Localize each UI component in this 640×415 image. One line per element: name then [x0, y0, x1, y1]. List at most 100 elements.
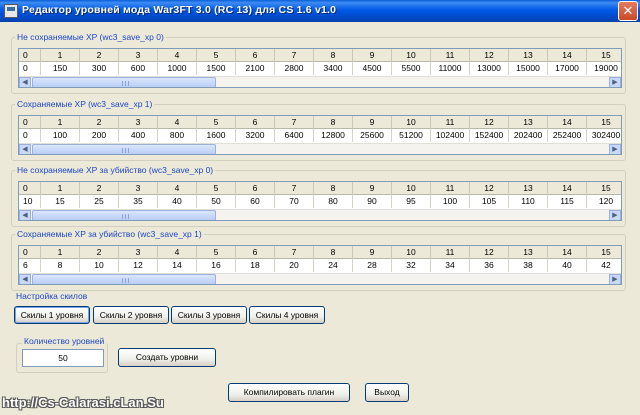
grid-value-cell[interactable]: 70: [275, 195, 314, 208]
grid-value-cell[interactable]: 15: [41, 195, 80, 208]
grid-value-cell[interactable]: 300: [80, 62, 119, 75]
grid-value-cell[interactable]: 51200: [392, 129, 431, 142]
grid-value-cell[interactable]: 8: [41, 259, 80, 272]
grid-header-cell: 15: [587, 246, 621, 259]
horizontal-scrollbar[interactable]: ◀ ▶: [19, 76, 621, 87]
grid-value-cell[interactable]: 100: [431, 195, 470, 208]
grid-value-cell[interactable]: 152400: [470, 129, 509, 142]
scroll-left-icon[interactable]: ◀: [19, 210, 31, 220]
grid-value-cell[interactable]: 1000: [158, 62, 197, 75]
grid-value-cell[interactable]: 120: [587, 195, 621, 208]
grid-value-cell[interactable]: 10: [19, 195, 41, 208]
xp-grid[interactable]: 0 1 2 3 4 5 6 7 8 9 10 11 12 13 14 15 10…: [18, 181, 622, 221]
grid-value-cell[interactable]: 38: [509, 259, 548, 272]
app-window: Редактор уровней мода War3FT 3.0 (RC 13)…: [0, 0, 640, 415]
grid-value-cell[interactable]: 100: [41, 129, 80, 142]
grid-value-cell[interactable]: 40: [548, 259, 587, 272]
grid-value-cell[interactable]: 16: [197, 259, 236, 272]
grid-value-cell[interactable]: 15000: [509, 62, 548, 75]
grid-value-cell[interactable]: 3400: [314, 62, 353, 75]
grid-value-cell[interactable]: 2100: [236, 62, 275, 75]
levels-count-input[interactable]: 50: [22, 349, 104, 367]
grid-value-cell[interactable]: 150: [41, 62, 80, 75]
group-label: Сохраняемые XP (wc3_save_xp 1): [15, 99, 155, 109]
grid-value-cell[interactable]: 50: [197, 195, 236, 208]
horizontal-scrollbar[interactable]: ◀ ▶: [19, 273, 621, 284]
grid-value-cell[interactable]: 0: [19, 129, 41, 142]
scroll-right-icon[interactable]: ▶: [609, 144, 621, 154]
close-icon[interactable]: ✕: [618, 1, 638, 21]
grid-value-cell[interactable]: 17000: [548, 62, 587, 75]
grid-value-cell[interactable]: 6400: [275, 129, 314, 142]
grid-value-cell[interactable]: 11000: [431, 62, 470, 75]
grid-value-cell[interactable]: 40: [158, 195, 197, 208]
grid-value-cell[interactable]: 25: [80, 195, 119, 208]
grid-value-cell[interactable]: 102400: [431, 129, 470, 142]
grid-value-cell[interactable]: 95: [392, 195, 431, 208]
grid-value-cell[interactable]: 202400: [509, 129, 548, 142]
grid-value-cell[interactable]: 13000: [470, 62, 509, 75]
grid-value-cell[interactable]: 10: [80, 259, 119, 272]
create-levels-button[interactable]: Создать уровни: [118, 348, 216, 367]
grid-header-cell: 6: [236, 246, 275, 259]
grid-value-cell[interactable]: 600: [119, 62, 158, 75]
xp-grid[interactable]: 0 1 2 3 4 5 6 7 8 9 10 11 12 13 14 15 0 …: [18, 115, 622, 155]
grid-value-cell[interactable]: 18: [236, 259, 275, 272]
scroll-thumb[interactable]: [32, 210, 216, 220]
skills-level-3-button[interactable]: Скилы 3 уровня: [171, 306, 247, 324]
grid-value-cell[interactable]: 0: [19, 62, 41, 75]
grid-value-cell[interactable]: 42: [587, 259, 621, 272]
xp-grid[interactable]: 0 1 2 3 4 5 6 7 8 9 10 11 12 13 14 15 6 …: [18, 245, 622, 285]
grid-value-cell[interactable]: 252400: [548, 129, 587, 142]
scroll-right-icon[interactable]: ▶: [609, 274, 621, 284]
scroll-right-icon[interactable]: ▶: [609, 77, 621, 87]
compile-plugin-button[interactable]: Компилировать плагин: [228, 383, 350, 402]
grid-value-cell[interactable]: 35: [119, 195, 158, 208]
scroll-left-icon[interactable]: ◀: [19, 274, 31, 284]
grid-value-cell[interactable]: 800: [158, 129, 197, 142]
grid-value-cell[interactable]: 3200: [236, 129, 275, 142]
grid-value-row: 10 15 25 35 40 50 60 70 80 90 95 100 105…: [19, 195, 621, 208]
scroll-left-icon[interactable]: ◀: [19, 144, 31, 154]
grid-value-cell[interactable]: 1600: [197, 129, 236, 142]
grid-value-cell[interactable]: 5500: [392, 62, 431, 75]
grid-value-cell[interactable]: 90: [353, 195, 392, 208]
skills-level-1-button[interactable]: Скилы 1 уровня: [14, 306, 90, 324]
scroll-left-icon[interactable]: ◀: [19, 77, 31, 87]
grid-value-cell[interactable]: 110: [509, 195, 548, 208]
scroll-thumb[interactable]: [32, 144, 216, 154]
grid-value-cell[interactable]: 24: [314, 259, 353, 272]
grid-value-cell[interactable]: 6: [19, 259, 41, 272]
scroll-thumb[interactable]: [32, 77, 216, 87]
grid-value-cell[interactable]: 19000: [587, 62, 621, 75]
skills-level-2-button[interactable]: Скилы 2 уровня: [93, 306, 169, 324]
grid-value-cell[interactable]: 4500: [353, 62, 392, 75]
grid-value-cell[interactable]: 36: [470, 259, 509, 272]
xp-grid[interactable]: 0 1 2 3 4 5 6 7 8 9 10 11 12 13 14 15 0 …: [18, 48, 622, 88]
grid-value-cell[interactable]: 20: [275, 259, 314, 272]
title-bar[interactable]: Редактор уровней мода War3FT 3.0 (RC 13)…: [0, 0, 640, 22]
exit-button[interactable]: Выход: [365, 383, 409, 402]
grid-value-cell[interactable]: 12800: [314, 129, 353, 142]
grid-value-cell[interactable]: 14: [158, 259, 197, 272]
scroll-right-icon[interactable]: ▶: [609, 210, 621, 220]
grid-value-cell[interactable]: 200: [80, 129, 119, 142]
grid-value-cell[interactable]: 400: [119, 129, 158, 142]
grid-value-cell[interactable]: 25600: [353, 129, 392, 142]
grid-value-cell[interactable]: 1500: [197, 62, 236, 75]
grid-value-cell[interactable]: 2800: [275, 62, 314, 75]
skills-level-4-button[interactable]: Скилы 4 уровня: [249, 306, 325, 324]
horizontal-scrollbar[interactable]: ◀ ▶: [19, 143, 621, 154]
grid-value-cell[interactable]: 34: [431, 259, 470, 272]
group-label: Не сохраняемые XP за убийство (wc3_save_…: [15, 165, 216, 175]
horizontal-scrollbar[interactable]: ◀ ▶: [19, 209, 621, 220]
scroll-thumb[interactable]: [32, 274, 216, 284]
grid-value-cell[interactable]: 28: [353, 259, 392, 272]
grid-value-cell[interactable]: 80: [314, 195, 353, 208]
grid-value-cell[interactable]: 302400: [587, 129, 621, 142]
grid-value-cell[interactable]: 12: [119, 259, 158, 272]
grid-value-cell[interactable]: 105: [470, 195, 509, 208]
grid-value-cell[interactable]: 115: [548, 195, 587, 208]
grid-value-cell[interactable]: 32: [392, 259, 431, 272]
grid-value-cell[interactable]: 60: [236, 195, 275, 208]
